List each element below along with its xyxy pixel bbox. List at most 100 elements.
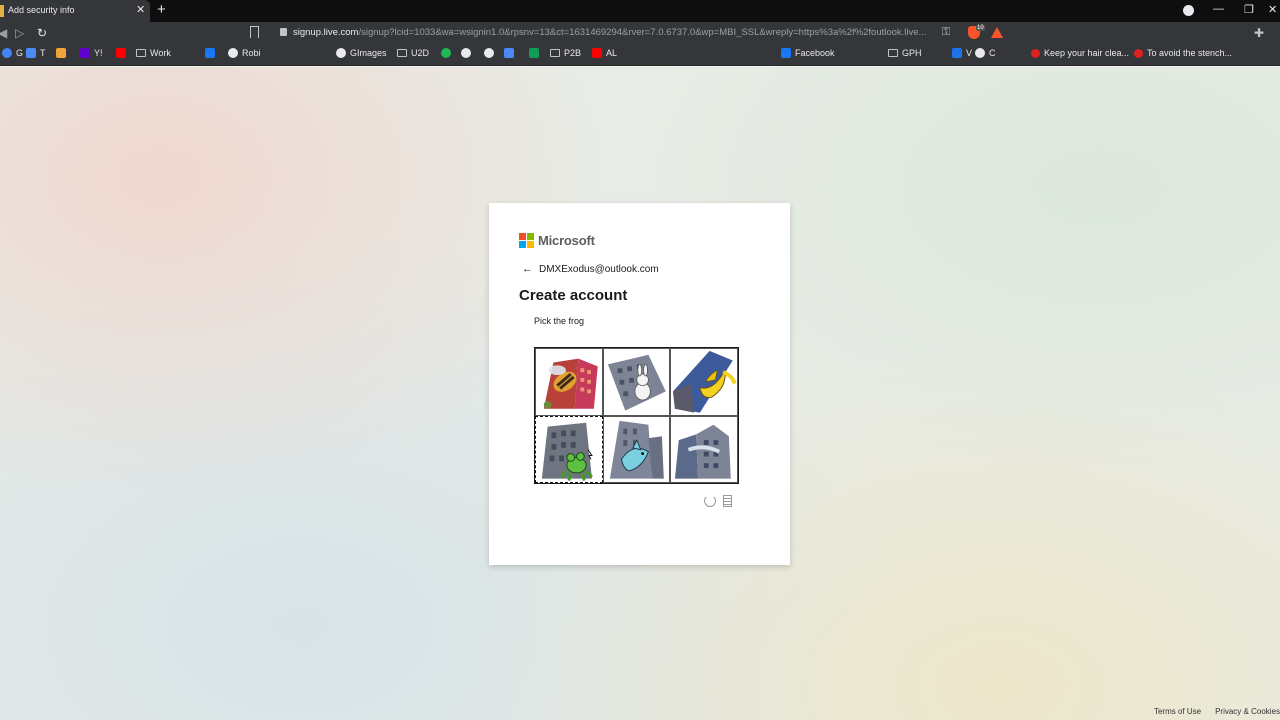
google-icon xyxy=(975,48,985,58)
new-tab-button[interactable]: + xyxy=(157,1,166,18)
captcha-tile-dolphin[interactable] xyxy=(602,415,671,483)
banana-building-icon xyxy=(673,350,737,413)
translate-icon xyxy=(26,48,36,58)
bookmark-icon xyxy=(56,48,66,58)
url-path: /signup?lcid=1033&wa=wsignin1.0&rpsnv=13… xyxy=(358,27,927,38)
rabbit-building-icon xyxy=(607,354,666,411)
page-title: Create account xyxy=(519,287,628,304)
bookmark-translate-13[interactable] xyxy=(504,48,514,58)
tab-close-icon[interactable]: ✕ xyxy=(136,3,145,16)
frog-building-icon xyxy=(541,422,593,481)
bookmark-label: P2B xyxy=(564,48,582,58)
dolphin-building-icon xyxy=(609,420,664,479)
bookmark-label: Y! xyxy=(94,48,103,58)
reload-nav-icon[interactable]: ↻ xyxy=(37,26,47,40)
bookmark-u2d[interactable]: U2D xyxy=(397,48,429,58)
bookmark-bookmark-2[interactable] xyxy=(56,48,66,58)
globe-icon xyxy=(484,48,494,58)
brand-name: Microsoft xyxy=(538,233,595,248)
page-footer: Terms of Use Privacy & Cookies xyxy=(1154,707,1280,716)
youtube-icon xyxy=(116,48,126,58)
bookmark-label: Facebook xyxy=(795,48,835,58)
google-icon xyxy=(461,48,471,58)
address-bar[interactable]: signup.live.com/signup?lcid=1033&wa=wsig… xyxy=(293,27,933,38)
captcha-tile-frog[interactable] xyxy=(535,415,603,483)
tab-strip: Add security info ✕ + — ❐ ✕ xyxy=(0,0,1280,22)
lock-icon[interactable] xyxy=(280,28,287,36)
captcha-tile-banana[interactable] xyxy=(670,348,738,416)
bookmark-globe-12[interactable] xyxy=(484,48,494,58)
tab-add-security-info[interactable]: Add security info ✕ xyxy=(0,0,150,22)
bookmark-label: G xyxy=(16,48,24,58)
minimize-button[interactable]: — xyxy=(1213,3,1224,15)
bookmark-gph[interactable]: GPH xyxy=(888,48,922,58)
microsoft-logo: Microsoft xyxy=(519,233,595,248)
bookmark-al[interactable]: AL xyxy=(592,48,617,58)
bookmark-v[interactable]: V xyxy=(952,48,972,58)
bookmark-label: Keep your hair clea... xyxy=(1044,48,1130,58)
close-window-button[interactable]: ✕ xyxy=(1268,3,1277,16)
folder-icon xyxy=(136,49,146,57)
extensions-icon[interactable]: ✚ xyxy=(1254,26,1264,40)
bookmark-gimages[interactable]: GImages xyxy=(336,48,387,58)
forward-nav-icon[interactable]: ▷ xyxy=(15,26,24,40)
bookmark-p2b[interactable]: P2B xyxy=(550,48,581,58)
folder-icon xyxy=(550,49,560,57)
yahoo-icon xyxy=(80,48,90,58)
folder-icon xyxy=(888,49,898,57)
logo-square-blue xyxy=(519,241,526,248)
page-background: Microsoft ← DMXExodus@outlook.com Create… xyxy=(0,67,1280,720)
back-to-email-link[interactable]: ← DMXExodus@outlook.com xyxy=(522,263,659,275)
bookmark-keep-your-hair-clea[interactable]: Keep your hair clea... xyxy=(1031,48,1129,58)
plus-square-icon xyxy=(529,48,539,58)
bee-building-icon xyxy=(543,358,598,409)
captcha-tile-building[interactable] xyxy=(670,415,738,483)
bookmark-spotify-10[interactable] xyxy=(441,48,451,58)
bookmark-label: GPH xyxy=(902,48,922,58)
captcha-tile-rabbit[interactable] xyxy=(602,348,671,416)
bookmark-y[interactable]: Y! xyxy=(80,48,103,58)
bookmark-c[interactable]: C xyxy=(975,48,996,58)
brave-rewards-icon[interactable] xyxy=(991,27,1003,38)
bookmark-robi[interactable]: Robi xyxy=(228,48,261,58)
bookmark-label: AL xyxy=(606,48,618,58)
bookmark-g[interactable]: G xyxy=(2,48,23,58)
bookmark-page-icon[interactable] xyxy=(250,26,259,38)
bookmark-google-11[interactable] xyxy=(461,48,471,58)
password-key-icon[interactable]: ⚿ xyxy=(942,26,950,39)
bookmark-work[interactable]: Work xyxy=(136,48,171,58)
red-dot-icon xyxy=(1031,48,1040,58)
logo-square-red xyxy=(519,233,526,240)
bookmark-t[interactable]: T xyxy=(26,48,46,58)
bookmark-plus-square-14[interactable] xyxy=(529,48,539,58)
bookmark-label: To avoid the stench... xyxy=(1147,48,1233,58)
signup-card: Microsoft ← DMXExodus@outlook.com Create… xyxy=(489,203,790,565)
spotify-icon xyxy=(441,48,451,58)
youtube-icon xyxy=(592,48,602,58)
back-arrow-icon[interactable]: ← xyxy=(522,263,533,275)
globe-icon xyxy=(228,48,238,58)
captcha-tile-bee[interactable] xyxy=(535,348,603,416)
v-logo-icon xyxy=(952,48,962,58)
back-nav-icon[interactable]: ◀ xyxy=(0,26,7,40)
facebook-icon xyxy=(205,48,215,58)
bookmark-facebook[interactable]: Facebook xyxy=(781,48,835,58)
bookmark-to-avoid-the-stench[interactable]: To avoid the stench... xyxy=(1134,48,1232,58)
terms-of-use-link[interactable]: Terms of Use xyxy=(1154,707,1201,716)
captcha-instruction: Pick the frog xyxy=(534,316,585,326)
bookmark-label: Work xyxy=(150,48,171,58)
facebook-icon xyxy=(781,48,791,58)
profile-icon[interactable] xyxy=(1183,5,1194,16)
privacy-cookies-link[interactable]: Privacy & Cookies xyxy=(1215,707,1280,716)
bookmark-youtube-4[interactable] xyxy=(116,48,126,58)
bookmark-label: GImages xyxy=(350,48,387,58)
building-icon xyxy=(675,424,732,479)
captcha-audio-icon[interactable] xyxy=(723,495,732,507)
bookmark-label: U2D xyxy=(411,48,430,58)
account-email: DMXExodus@outlook.com xyxy=(539,263,659,275)
bookmark-label: C xyxy=(989,48,996,58)
captcha-grid xyxy=(534,347,739,484)
bookmark-facebook-6[interactable] xyxy=(205,48,215,58)
restore-button[interactable]: ❐ xyxy=(1244,3,1254,16)
captcha-reload-icon[interactable] xyxy=(704,495,716,507)
